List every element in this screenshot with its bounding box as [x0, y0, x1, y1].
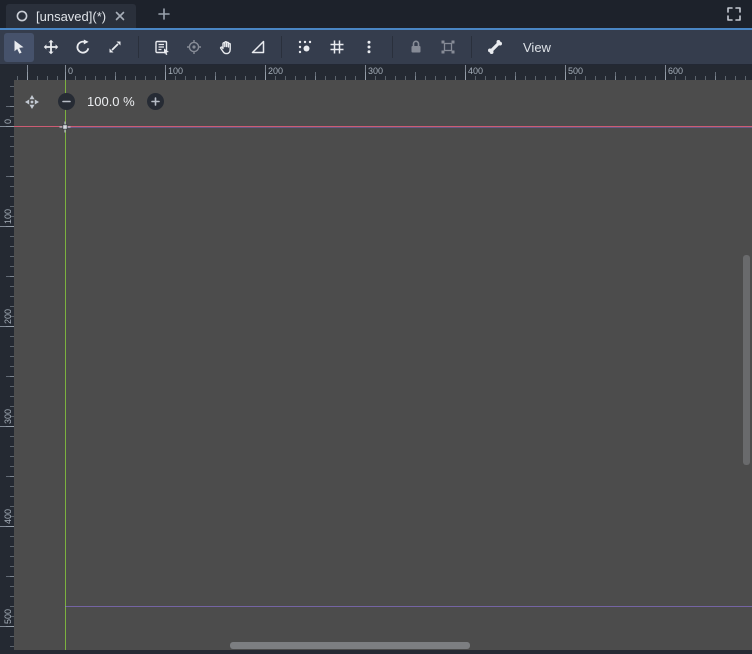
- center-view-icon[interactable]: [24, 94, 40, 110]
- grid-snap-button[interactable]: [322, 33, 352, 62]
- y-axis-line: [65, 80, 66, 650]
- group-icon: [441, 40, 455, 54]
- select-mode-icon: [14, 40, 24, 54]
- scene-tab-bar: [unsaved](*): [0, 0, 752, 28]
- snap-options-kebab-icon: [367, 40, 371, 54]
- ruler-label: 300: [3, 408, 13, 424]
- list-select-button[interactable]: [147, 33, 177, 62]
- skeleton-bone-icon: [488, 40, 502, 54]
- origin-gizmo: [59, 120, 71, 133]
- scale-mode-icon: [109, 41, 121, 53]
- canvas-toolbar: View: [0, 30, 752, 65]
- scene-circle-icon: [15, 9, 29, 23]
- ruler-major-ticks: [0, 80, 14, 650]
- expand-window-icon[interactable]: [724, 4, 744, 24]
- horizontal-scrollbar[interactable]: [230, 642, 470, 649]
- toolbar-separator: [392, 36, 393, 58]
- move-mode-button[interactable]: [36, 33, 66, 62]
- ruler-label: 500: [568, 66, 584, 76]
- ruler-label: 100: [3, 208, 13, 224]
- zoom-controls: 100.0 %: [24, 93, 164, 110]
- select-mode-button[interactable]: [4, 32, 34, 62]
- toolbar-separator: [138, 36, 139, 58]
- move-mode-icon: [43, 39, 59, 55]
- group-button: [433, 33, 463, 62]
- ruler-label: 0: [68, 66, 74, 76]
- x-axis-line: [14, 126, 752, 127]
- smart-snap-icon: [298, 40, 312, 54]
- zoom-in-button[interactable]: [146, 93, 164, 110]
- zoom-out-icon: [62, 100, 71, 103]
- ruler-label: 200: [3, 308, 13, 324]
- snap-options-button[interactable]: [354, 33, 384, 62]
- scale-mode-button[interactable]: [100, 33, 130, 62]
- 2d-viewport-canvas[interactable]: 100.0 %: [14, 80, 752, 650]
- scene-tab-unsaved[interactable]: [unsaved](*): [6, 4, 137, 28]
- bottom-edge: [0, 650, 752, 654]
- ruler-label: 200: [268, 66, 284, 76]
- ruler-label: 100: [168, 66, 184, 76]
- godot-2d-editor: [unsaved](*) View 0 100 200 300 400 500 …: [0, 0, 752, 654]
- add-scene-tab-button[interactable]: [154, 4, 174, 24]
- ruler-label: 400: [468, 66, 484, 76]
- rotate-mode-icon: [76, 39, 90, 54]
- horizontal-ruler[interactable]: 0 100 200 300 400 500 600: [14, 65, 752, 80]
- zoom-percent-label[interactable]: 100.0 %: [87, 94, 135, 109]
- ruler-label: 300: [368, 66, 384, 76]
- ruler-label: 600: [668, 66, 684, 76]
- toolbar-separator: [281, 36, 282, 58]
- pivot-icon: [187, 40, 201, 54]
- zoom-in-icon: [150, 97, 160, 106]
- smart-snap-button[interactable]: [290, 33, 320, 62]
- ruler-label: 500: [3, 608, 13, 624]
- view-menu-button[interactable]: View: [512, 34, 562, 60]
- ruler-corner: [0, 65, 14, 80]
- ruler-mode-icon: [251, 40, 265, 54]
- lock-button: [401, 33, 431, 62]
- vertical-scrollbar[interactable]: [743, 255, 750, 465]
- grid-snap-icon: [330, 40, 344, 54]
- close-icon[interactable]: [113, 9, 127, 23]
- viewport-border-top: [65, 127, 752, 128]
- scene-tab-label: [unsaved](*): [36, 8, 107, 24]
- pan-mode-button[interactable]: [211, 33, 241, 62]
- zoom-out-button[interactable]: [58, 93, 75, 110]
- viewport-border-bottom: [65, 606, 752, 607]
- vertical-ruler[interactable]: 0 100 200 300 400 500: [0, 80, 14, 650]
- ruler-label: 0: [3, 118, 13, 124]
- lock-icon: [411, 40, 421, 53]
- skeleton-options-button[interactable]: [480, 33, 510, 62]
- ruler-label: 400: [3, 508, 13, 524]
- list-select-icon: [155, 40, 169, 55]
- pan-mode-icon: [219, 41, 231, 55]
- pivot-button: [179, 33, 209, 62]
- rotate-mode-button[interactable]: [68, 33, 98, 62]
- ruler-mode-button[interactable]: [243, 33, 273, 62]
- toolbar-separator: [471, 36, 472, 58]
